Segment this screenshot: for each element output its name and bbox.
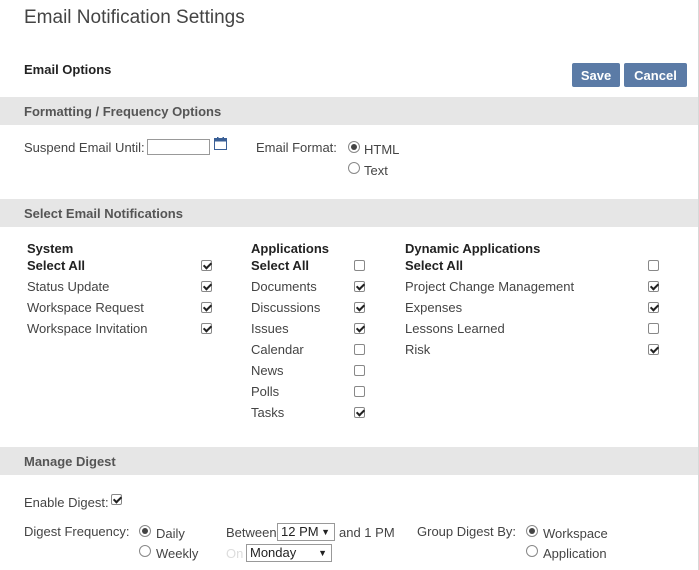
system-select-all-label: Select All	[27, 258, 86, 273]
project-change-management-checkbox[interactable]	[648, 281, 659, 292]
dynamic-select-all-checkbox[interactable]	[648, 260, 659, 271]
polls-label: Polls	[251, 384, 280, 399]
group-workspace-label: Workspace	[543, 526, 608, 541]
workspace-request-label: Workspace Request	[27, 300, 144, 315]
expenses-checkbox[interactable]	[648, 302, 659, 313]
suspend-date-input[interactable]	[147, 139, 210, 155]
chevron-down-icon: ▼	[318, 548, 327, 558]
documents-label: Documents	[251, 279, 317, 294]
project-change-management-label: Project Change Management	[405, 279, 575, 294]
dynamic-applications-column-title: Dynamic Applications	[405, 241, 541, 256]
digest-band: Manage Digest	[0, 447, 698, 475]
group-digest-label: Group Digest By:	[417, 524, 516, 539]
news-checkbox[interactable]	[354, 365, 365, 376]
group-application-radio[interactable]	[526, 545, 538, 557]
enable-digest-label: Enable Digest:	[24, 495, 109, 510]
enable-digest-checkbox[interactable]	[111, 494, 122, 505]
email-options-label: Email Options	[24, 62, 112, 77]
risk-label: Risk	[405, 342, 431, 357]
dynamic-select-all-label: Select All	[405, 258, 464, 273]
format-html-radio[interactable]	[348, 141, 360, 153]
suspend-email-label: Suspend Email Until:	[24, 140, 145, 155]
workspace-invitation-label: Workspace Invitation	[27, 321, 148, 336]
notifications-band: Select Email Notifications	[0, 199, 698, 227]
digest-band-title: Manage Digest	[24, 454, 116, 469]
between-label: Between	[226, 525, 277, 540]
email-format-label: Email Format:	[256, 140, 337, 155]
applications-select-all-label: Select All	[251, 258, 310, 273]
workspace-request-checkbox[interactable]	[201, 302, 212, 313]
save-button[interactable]: Save	[572, 63, 620, 87]
day-select[interactable]: Monday ▼	[246, 544, 332, 562]
frequency-daily-label: Daily	[156, 526, 185, 541]
discussions-checkbox[interactable]	[354, 302, 365, 313]
group-application-label: Application	[543, 546, 607, 561]
formatting-band-title: Formatting / Frequency Options	[24, 104, 222, 119]
between-time-select[interactable]: 12 PM ▼	[277, 523, 335, 541]
format-text-radio[interactable]	[348, 162, 360, 174]
between-time-value: 12 PM	[281, 524, 319, 539]
lessons-learned-label: Lessons Learned	[405, 321, 505, 336]
format-text-label: Text	[364, 163, 388, 178]
lessons-learned-checkbox[interactable]	[648, 323, 659, 334]
frequency-weekly-radio[interactable]	[139, 545, 151, 557]
system-column-title: System	[27, 241, 74, 256]
frequency-weekly-label: Weekly	[156, 546, 199, 561]
documents-checkbox[interactable]	[354, 281, 365, 292]
polls-checkbox[interactable]	[354, 386, 365, 397]
calendar-icon[interactable]	[214, 137, 227, 150]
tasks-checkbox[interactable]	[354, 407, 365, 418]
notifications-band-title: Select Email Notifications	[24, 206, 183, 221]
between-suffix-label: and 1 PM	[339, 525, 395, 540]
risk-checkbox[interactable]	[648, 344, 659, 355]
system-select-all-checkbox[interactable]	[201, 260, 212, 271]
applications-column-title: Applications	[251, 241, 330, 256]
page-title: Email Notification Settings	[24, 7, 245, 28]
calendar-label: Calendar	[251, 342, 304, 357]
chevron-down-icon: ▼	[321, 527, 330, 537]
settings-page: Email Notification Settings Email Option…	[0, 0, 699, 570]
group-workspace-radio[interactable]	[526, 525, 538, 537]
formatting-band: Formatting / Frequency Options	[0, 97, 698, 125]
day-value: Monday	[250, 545, 297, 560]
calendar-checkbox[interactable]	[354, 344, 365, 355]
frequency-daily-radio[interactable]	[139, 525, 151, 537]
status-update-label: Status Update	[27, 279, 110, 294]
digest-frequency-label: Digest Frequency:	[24, 524, 130, 539]
expenses-label: Expenses	[405, 300, 463, 315]
status-update-checkbox[interactable]	[201, 281, 212, 292]
on-label: On	[226, 546, 244, 561]
workspace-invitation-checkbox[interactable]	[201, 323, 212, 334]
cancel-button[interactable]: Cancel	[624, 63, 687, 87]
tasks-label: Tasks	[251, 405, 285, 420]
issues-label: Issues	[251, 321, 289, 336]
issues-checkbox[interactable]	[354, 323, 365, 334]
discussions-label: Discussions	[251, 300, 321, 315]
format-html-label: HTML	[364, 142, 400, 157]
applications-select-all-checkbox[interactable]	[354, 260, 365, 271]
news-label: News	[251, 363, 284, 378]
